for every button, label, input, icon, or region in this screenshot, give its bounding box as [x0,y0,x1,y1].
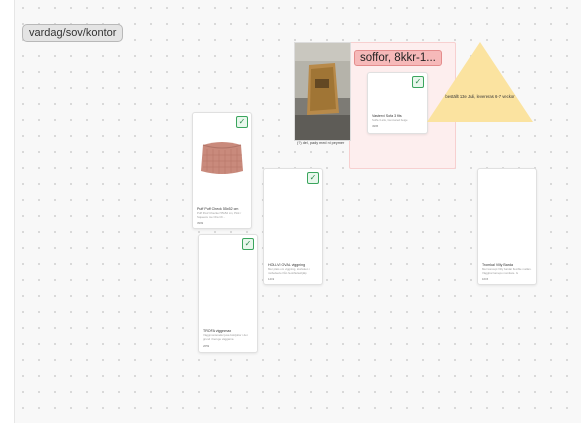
triangle-note[interactable] [427,42,533,122]
checkmark-icon[interactable]: ✓ [242,238,254,250]
card-price: 1615 [482,277,489,281]
card-desc: Mer plats om viggning, storleken i möbel… [268,268,310,275]
card-title: Tromkal Villy Barda [482,263,513,267]
card-title: Vastervi Sofa 3 fits [372,114,402,118]
checkmark-icon[interactable]: ✓ [412,76,424,88]
card-price: 1419 [268,277,275,281]
card-desc: Puff Pouf Checker 55x52 cm, Pink / Squee… [197,212,242,219]
card-price: 4995 [372,124,379,128]
left-ruler [0,0,15,423]
pouf-image [201,142,243,174]
card-desc: Mer koncept Villy bardar flexible mellan… [482,268,532,275]
card-title: Puff Puff Check 55x52 cm [197,207,239,211]
product-card-trofa[interactable]: ✓ TROFA viggnmax Väggmonterade ljusa bok… [198,234,258,353]
card-title: HOLLVI OVAL viggning [268,263,306,267]
product-card-pouf[interactable]: ✓ Puff Puff Check 55x52 cm Puff Pouf Che… [192,112,252,229]
checkmark-icon[interactable]: ✓ [307,172,319,184]
product-card-hollvi[interactable]: ✓ HOLLVI OVAL viggning Mer plats om vigg… [263,168,323,285]
card-desc: Väggmonterade ljusa boklyktor i det grun… [203,334,248,341]
photo-caption: (?) del, pady med ni peymer [297,141,345,145]
triangle-note-text: beställt 13e Juli, levereras 6-7 veckor [445,94,515,99]
product-card-tromkal[interactable]: Tromkal Villy Barda Mer koncept Villy ba… [477,168,537,285]
card-price: 3999 [197,221,204,225]
card-price: 2659 [203,344,210,348]
product-card-sofa[interactable]: ✓ Vastervi Sofa 3 fits Soffa 3-sits, Gun… [367,72,428,134]
card-title: TROFA viggnmax [203,329,232,333]
sofa-photo-image [295,43,350,140]
triangle-shape [427,42,533,122]
card-desc: Soffa 3-sits, Gunnared beige [372,119,408,122]
checkmark-icon[interactable]: ✓ [236,116,248,128]
section-label[interactable]: vardag/sov/kontor [22,24,124,42]
sofa-photo[interactable] [294,42,351,141]
